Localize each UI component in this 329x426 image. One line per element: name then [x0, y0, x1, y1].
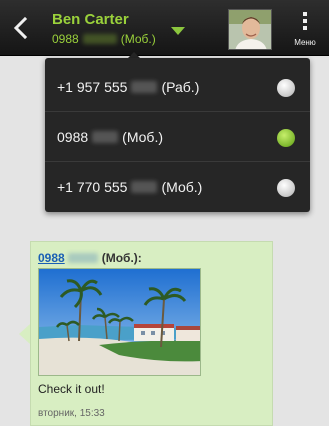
beach-image: [39, 269, 200, 375]
menu-label: Меню: [294, 38, 316, 47]
contact-number: 0988 (Моб.): [52, 32, 156, 46]
avatar[interactable]: [228, 9, 272, 50]
number-prefix: +1 957 555: [57, 79, 128, 95]
overflow-menu-icon: [302, 12, 308, 34]
back-button[interactable]: [10, 10, 37, 46]
number-prefix: 0988: [57, 129, 89, 145]
redacted-digits: [131, 81, 158, 93]
number-option-label: +1 770 555 (Моб.): [57, 179, 202, 195]
top-bar: Ben Carter 0988 (Моб.) Меню: [0, 0, 329, 56]
redacted-digits: [82, 34, 117, 44]
radio-button-selected[interactable]: [277, 129, 295, 147]
number-option-label: 0988 (Моб.): [57, 129, 163, 145]
contact-selector-button[interactable]: Ben Carter 0988 (Моб.): [42, 6, 222, 50]
contact-photo: [229, 10, 271, 49]
radio-button[interactable]: [277, 79, 295, 97]
message-photo[interactable]: [38, 268, 201, 376]
number-type: (Моб.): [122, 129, 163, 145]
message-timestamp: вторник, 15:33: [38, 408, 105, 419]
sender-type: (Моб.):: [101, 251, 142, 265]
radio-button[interactable]: [277, 179, 295, 197]
number-prefix: +1 770 555: [57, 179, 128, 195]
redacted-digits: [92, 131, 119, 143]
message-text: Check it out!: [38, 382, 105, 396]
contact-number-prefix: 0988: [52, 32, 79, 46]
number-type: (Раб.): [161, 79, 200, 95]
sender-number-link[interactable]: 0988: [38, 251, 102, 265]
redacted-digits: [131, 181, 158, 193]
number-option[interactable]: +1 957 555 (Раб.): [45, 62, 310, 112]
sender-prefix: 0988: [38, 251, 65, 265]
bubble-tail: [19, 324, 30, 344]
number-dropdown: +1 957 555 (Раб.) 0988 (Моб.) +1 770 555…: [45, 58, 310, 212]
number-option[interactable]: +1 770 555 (Моб.): [45, 162, 310, 212]
number-type: (Моб.): [161, 179, 203, 195]
contact-name: Ben Carter: [52, 11, 129, 28]
chevron-left-icon: [13, 12, 37, 44]
number-option-label: +1 957 555 (Раб.): [57, 79, 199, 95]
chevron-down-icon: [171, 27, 185, 35]
number-option[interactable]: 0988 (Моб.): [45, 112, 310, 162]
menu-button[interactable]: Меню: [284, 8, 326, 52]
contact-number-type: (Моб.): [120, 32, 156, 46]
message-sender: 0988 (Моб.):: [38, 251, 142, 265]
message-bubble[interactable]: 0988 (Моб.): Check it out! вторник, 15:3…: [30, 241, 273, 426]
redacted-digits: [67, 253, 98, 263]
